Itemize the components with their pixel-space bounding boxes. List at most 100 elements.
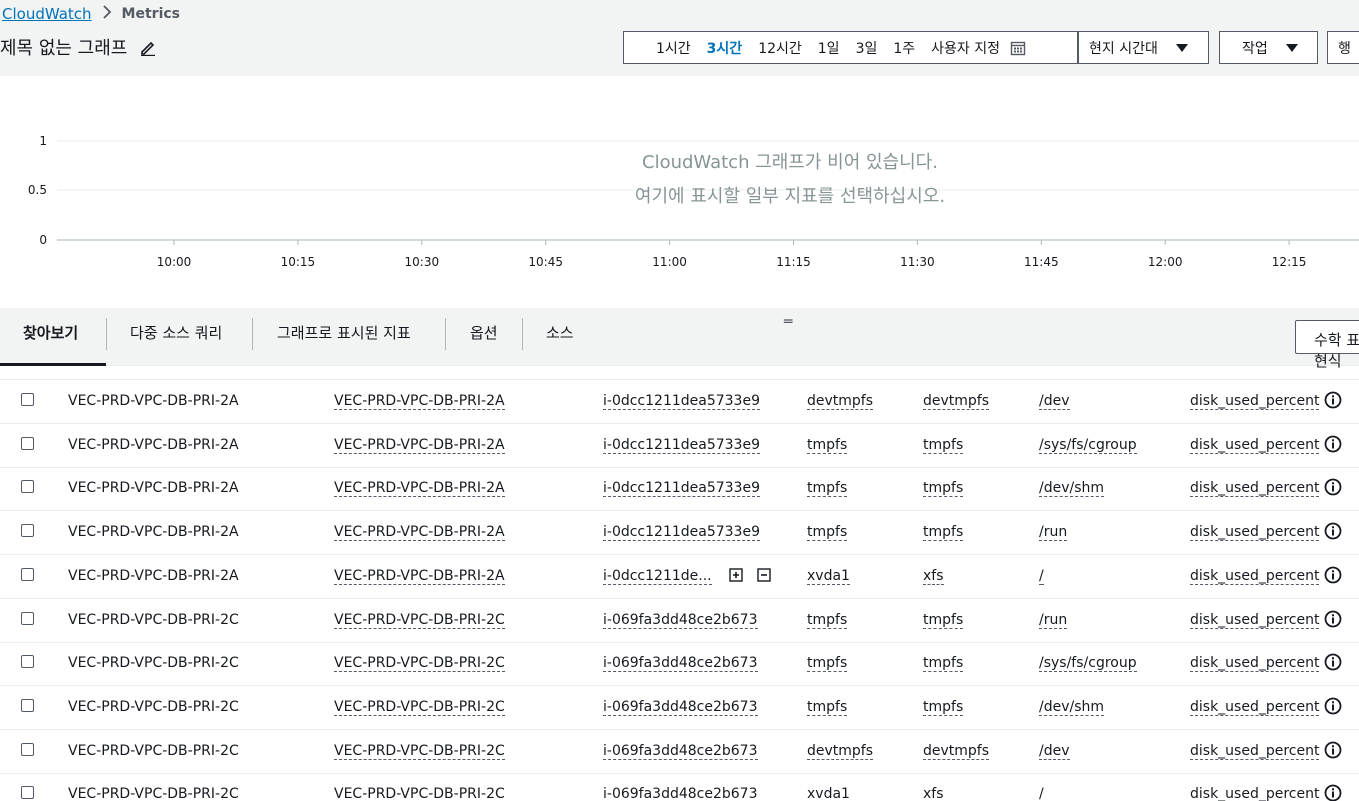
metric-name-link[interactable]: disk_used_percent [1190, 743, 1320, 760]
device-link[interactable]: tmpfs [807, 480, 848, 498]
fstype-link[interactable]: devtmpfs [923, 743, 990, 760]
instance-name-link[interactable]: VEC-PRD-VPC-DB-PRI-2C [334, 786, 505, 801]
row-checkbox[interactable] [21, 611, 34, 625]
time-range-custom[interactable]: 사용자 지정 [923, 38, 1008, 58]
info-icon[interactable] [1324, 610, 1342, 628]
fstype-link[interactable]: tmpfs [923, 524, 964, 542]
fstype-link[interactable]: tmpfs [923, 655, 964, 673]
instance-id-link[interactable]: i-0dcc1211dea5733e9 [603, 393, 760, 410]
metric-name-link[interactable]: disk_used_percent [1190, 437, 1320, 454]
info-icon[interactable] [1324, 522, 1342, 540]
fstype-link[interactable]: tmpfs [923, 437, 964, 454]
time-range-1d[interactable]: 1일 [810, 38, 848, 58]
metric-name-link[interactable]: disk_used_percent [1190, 699, 1320, 716]
fstype-link[interactable]: xfs [923, 568, 944, 585]
device-link[interactable]: devtmpfs [807, 393, 874, 410]
metric-name-link[interactable]: disk_used_percent [1190, 612, 1320, 629]
row-checkbox[interactable] [21, 698, 34, 712]
row-checkbox[interactable] [21, 393, 34, 406]
path-link[interactable]: /dev [1039, 743, 1070, 760]
row-checkbox[interactable] [21, 436, 34, 450]
instance-id-link[interactable]: i-0dcc1211dea5733e9 [603, 480, 760, 498]
path-link[interactable]: /sys/fs/cgroup [1039, 437, 1137, 454]
instance-id-link[interactable]: i-069fa3dd48ce2b673 [603, 612, 758, 629]
device-link[interactable]: tmpfs [807, 612, 848, 629]
instance-id-link[interactable]: i-069fa3dd48ce2b673 [603, 786, 758, 801]
info-icon[interactable] [1324, 697, 1342, 715]
time-range-12h[interactable]: 12시간 [750, 38, 810, 58]
metric-name-link[interactable]: disk_used_percent [1190, 480, 1320, 498]
instance-id-link[interactable]: i-0dcc1211dea5733e9 [603, 524, 760, 542]
row-checkbox[interactable] [21, 655, 34, 669]
info-icon[interactable] [1324, 653, 1342, 671]
path-link[interactable]: /dev/shm [1039, 480, 1105, 498]
row-checkbox[interactable] [21, 742, 34, 756]
info-icon[interactable] [1324, 435, 1342, 453]
path-link[interactable]: / [1039, 568, 1044, 585]
path-link[interactable]: /dev/shm [1039, 699, 1105, 716]
instance-name-link[interactable]: VEC-PRD-VPC-DB-PRI-2A [334, 568, 505, 585]
instance-name-link[interactable]: VEC-PRD-VPC-DB-PRI-2C [334, 655, 505, 673]
timezone-dropdown[interactable]: 현지 시간대 [1078, 31, 1209, 64]
instance-id-link[interactable]: i-069fa3dd48ce2b673 [603, 655, 758, 673]
tab-options[interactable]: 옵션 [470, 322, 498, 343]
path-link[interactable]: /run [1039, 612, 1068, 629]
path-link[interactable]: /sys/fs/cgroup [1039, 655, 1137, 673]
remove-dimension-icon[interactable] [757, 568, 771, 582]
resize-handle-icon[interactable]: ═ [784, 314, 792, 330]
fstype-link[interactable]: tmpfs [923, 612, 964, 629]
row-checkbox[interactable] [21, 480, 34, 494]
device-link[interactable]: tmpfs [807, 524, 848, 542]
calendar-icon[interactable] [1010, 40, 1026, 56]
edit-pencil-icon[interactable] [139, 38, 157, 56]
instance-name-link[interactable]: VEC-PRD-VPC-DB-PRI-2A [334, 393, 505, 410]
tab-multi-source-query[interactable]: 다중 소스 쿼리 [130, 322, 222, 343]
path-link[interactable]: / [1039, 786, 1044, 801]
tab-graphed-metrics[interactable]: 그래프로 표시된 지표 [277, 322, 411, 343]
device-link[interactable]: tmpfs [807, 437, 848, 454]
metric-name-link[interactable]: disk_used_percent [1190, 393, 1320, 410]
time-range-3h[interactable]: 3시간 [699, 38, 751, 58]
fstype-link[interactable]: xfs [923, 786, 944, 801]
device-link[interactable]: xvda1 [807, 568, 850, 585]
metric-name-link[interactable]: disk_used_percent [1190, 568, 1320, 585]
instance-name-link[interactable]: VEC-PRD-VPC-DB-PRI-2A [334, 480, 505, 498]
row-dropdown[interactable]: 행 [1327, 31, 1359, 64]
fstype-link[interactable]: devtmpfs [923, 393, 990, 410]
info-icon[interactable] [1324, 784, 1342, 801]
device-link[interactable]: xvda1 [807, 786, 850, 801]
add-dimension-icon[interactable] [729, 568, 743, 582]
row-checkbox[interactable] [21, 786, 34, 800]
row-checkbox[interactable] [21, 567, 34, 581]
metric-name-link[interactable]: disk_used_percent [1190, 655, 1320, 673]
time-range-1h[interactable]: 1시간 [624, 38, 699, 58]
instance-id-link[interactable]: i-069fa3dd48ce2b673 [603, 743, 758, 760]
device-link[interactable]: tmpfs [807, 655, 848, 673]
path-link[interactable]: /run [1039, 524, 1068, 542]
breadcrumb-cloudwatch-link[interactable]: CloudWatch [2, 5, 92, 23]
instance-name-link[interactable]: VEC-PRD-VPC-DB-PRI-2C [334, 612, 505, 629]
instance-id-link[interactable]: i-0dcc1211de... [603, 568, 712, 585]
tab-browse[interactable]: 찾아보기 [23, 322, 78, 343]
device-link[interactable]: tmpfs [807, 699, 848, 716]
actions-dropdown[interactable]: 작업 [1219, 31, 1318, 64]
tab-source[interactable]: 소스 [546, 322, 574, 343]
instance-id-link[interactable]: i-0dcc1211dea5733e9 [603, 437, 760, 454]
path-link[interactable]: /dev [1039, 393, 1070, 410]
info-icon[interactable] [1324, 741, 1342, 759]
fstype-link[interactable]: tmpfs [923, 480, 964, 498]
instance-name-link[interactable]: VEC-PRD-VPC-DB-PRI-2C [334, 743, 505, 760]
metric-name-link[interactable]: disk_used_percent [1190, 786, 1319, 801]
row-checkbox[interactable] [21, 524, 34, 538]
info-icon[interactable] [1324, 478, 1342, 496]
instance-name-link[interactable]: VEC-PRD-VPC-DB-PRI-2C [334, 699, 505, 716]
instance-name-link[interactable]: VEC-PRD-VPC-DB-PRI-2A [334, 437, 505, 454]
time-range-1w[interactable]: 1주 [885, 38, 923, 58]
info-icon[interactable] [1324, 391, 1342, 409]
instance-name-link[interactable]: VEC-PRD-VPC-DB-PRI-2A [334, 524, 505, 542]
instance-id-link[interactable]: i-069fa3dd48ce2b673 [603, 699, 758, 716]
metric-name-link[interactable]: disk_used_percent [1190, 524, 1320, 542]
time-range-3d[interactable]: 3일 [848, 38, 886, 58]
math-expression-button[interactable]: 수학 표현식 [1295, 320, 1359, 370]
info-icon[interactable] [1324, 566, 1342, 584]
